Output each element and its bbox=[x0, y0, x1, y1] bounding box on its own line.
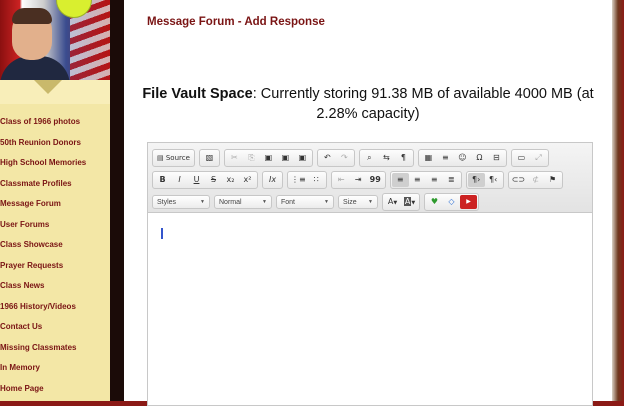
bold-button[interactable]: B bbox=[154, 173, 171, 187]
align-right-icon[interactable]: ≡ bbox=[426, 173, 443, 187]
remove-format-button[interactable]: Ix bbox=[264, 173, 281, 187]
table-icon[interactable]: ▦ bbox=[420, 151, 437, 165]
page-title: Message Forum - Add Response bbox=[147, 16, 325, 28]
copy-icon[interactable]: ⎘ bbox=[243, 151, 260, 165]
sidebar-item-class-news[interactable]: Class News bbox=[0, 276, 110, 297]
page-break-icon[interactable]: ⊟ bbox=[488, 151, 505, 165]
divider-band bbox=[110, 0, 124, 401]
file-vault-label: File Vault Space bbox=[142, 86, 253, 102]
rtl-icon[interactable]: ¶‹ bbox=[485, 173, 502, 187]
styles-label: Styles bbox=[157, 198, 177, 206]
subscript-button[interactable]: x₂ bbox=[222, 173, 239, 187]
sidebar-item-in-memory[interactable]: In Memory bbox=[0, 358, 110, 379]
sidebar-item-classmate-profiles[interactable]: Classmate Profiles bbox=[0, 174, 110, 195]
image-browse-icon[interactable]: ▧ bbox=[201, 151, 218, 165]
styles-dropdown[interactable]: Styles ▼ bbox=[152, 195, 210, 209]
find-icon[interactable]: ⌕ bbox=[361, 151, 378, 165]
sidebar-photo bbox=[0, 0, 110, 80]
sidebar-tab bbox=[0, 80, 110, 104]
source-label: Source bbox=[165, 154, 190, 162]
sidebar-item-home-page[interactable]: Home Page bbox=[0, 379, 110, 400]
sidebar-item-class-photos[interactable]: Class of 1966 photos bbox=[0, 112, 110, 133]
link-icon[interactable]: ⊂⊃ bbox=[510, 173, 527, 187]
replace-icon[interactable]: ⇆ bbox=[378, 151, 395, 165]
spellcheck-icon[interactable]: ¶ bbox=[395, 151, 412, 165]
source-icon: ▤ bbox=[157, 154, 166, 162]
sidebar-item-high-school-memories[interactable]: High School Memories bbox=[0, 153, 110, 174]
italic-button[interactable]: I bbox=[171, 173, 188, 187]
source-button[interactable]: ▤ Source bbox=[154, 151, 193, 165]
format-dropdown[interactable]: Normal ▼ bbox=[214, 195, 272, 209]
sidebar-item-history-videos[interactable]: 1966 History/Videos bbox=[0, 297, 110, 318]
strikethrough-button[interactable]: S bbox=[205, 173, 222, 187]
paste-icon[interactable]: ▣ bbox=[260, 151, 277, 165]
editor-content-area[interactable] bbox=[148, 214, 592, 405]
outdent-icon[interactable]: ⇤ bbox=[333, 173, 350, 187]
right-border bbox=[612, 0, 624, 401]
numbered-list-icon[interactable]: ⋮≡ bbox=[289, 173, 308, 187]
editor-toolbar: ▤ Source ▧ ✂ ⎘ ▣ ▣ ▣ ↶ ↷ ⌕ ⇆ ¶ ▦ ≡ ☺ Ω ⊟… bbox=[148, 143, 592, 213]
unlink-icon[interactable]: ⊄ bbox=[527, 173, 544, 187]
align-justify-icon[interactable]: ≣ bbox=[443, 173, 460, 187]
size-dropdown[interactable]: Size ▼ bbox=[338, 195, 378, 209]
paste-word-icon[interactable]: ▣ bbox=[294, 151, 311, 165]
sidebar-item-contact-us[interactable]: Contact Us bbox=[0, 317, 110, 338]
bulleted-list-icon[interactable]: ∷ bbox=[308, 173, 325, 187]
smiley-icon[interactable]: ☺ bbox=[454, 151, 471, 165]
special-char-icon[interactable]: Ω bbox=[471, 151, 488, 165]
main-content: Message Forum - Add Response File Vault … bbox=[124, 0, 612, 406]
sidebar-item-user-forums[interactable]: User Forums bbox=[0, 215, 110, 236]
chevron-down-icon: ▼ bbox=[368, 199, 373, 205]
font-label: Font bbox=[281, 198, 296, 206]
iframe-icon[interactable]: ◇ bbox=[443, 195, 460, 209]
sidebar-item-class-showcase[interactable]: Class Showcase bbox=[0, 235, 110, 256]
anchor-flag-icon[interactable]: ⚑ bbox=[544, 173, 561, 187]
file-vault-status: File Vault Space: Currently storing 91.3… bbox=[134, 84, 602, 124]
sidebar-item-missing-classmates[interactable]: Missing Classmates bbox=[0, 338, 110, 359]
text-cursor bbox=[161, 228, 163, 239]
file-vault-text: : Currently storing 91.38 MB of availabl… bbox=[252, 86, 594, 122]
align-center-icon[interactable]: ≡ bbox=[409, 173, 426, 187]
ltr-icon[interactable]: ¶› bbox=[467, 173, 485, 187]
chevron-down-icon: ▼ bbox=[200, 199, 205, 205]
sidebar-item-message-forum[interactable]: Message Forum bbox=[0, 194, 110, 215]
size-label: Size bbox=[343, 198, 357, 206]
underline-button[interactable]: U bbox=[188, 173, 205, 187]
sidebar-nav: Class of 1966 photos 50th Reunion Donors… bbox=[0, 112, 110, 399]
indent-icon[interactable]: ⇥ bbox=[350, 173, 367, 187]
rich-text-editor: ▤ Source ▧ ✂ ⎘ ▣ ▣ ▣ ↶ ↷ ⌕ ⇆ ¶ ▦ ≡ ☺ Ω ⊟… bbox=[147, 142, 593, 406]
redo-icon[interactable]: ↷ bbox=[336, 151, 353, 165]
paste-text-icon[interactable]: ▣ bbox=[277, 151, 294, 165]
align-left-icon[interactable]: ≡ bbox=[391, 173, 409, 187]
superscript-button[interactable]: x² bbox=[239, 173, 256, 187]
undo-icon[interactable]: ↶ bbox=[319, 151, 336, 165]
text-color-button[interactable]: A▼ bbox=[384, 195, 401, 209]
chevron-down-icon: ▼ bbox=[262, 199, 267, 205]
format-label: Normal bbox=[219, 198, 242, 206]
font-dropdown[interactable]: Font ▼ bbox=[276, 195, 334, 209]
youtube-icon[interactable]: ▶ bbox=[460, 195, 477, 209]
sidebar: Class of 1966 photos 50th Reunion Donors… bbox=[0, 0, 110, 401]
heart-check-icon[interactable]: ♥ bbox=[426, 195, 443, 209]
bg-color-button[interactable]: A▼ bbox=[401, 195, 418, 209]
cut-icon[interactable]: ✂ bbox=[226, 151, 243, 165]
sidebar-item-reunion-donors[interactable]: 50th Reunion Donors bbox=[0, 133, 110, 154]
preview-icon[interactable]: ▭ bbox=[513, 151, 530, 165]
maximize-icon[interactable]: ⤢ bbox=[530, 151, 547, 165]
chevron-down-icon: ▼ bbox=[324, 199, 329, 205]
horizontal-rule-icon[interactable]: ≡ bbox=[437, 151, 454, 165]
blockquote-button[interactable]: 99 bbox=[367, 173, 384, 187]
sidebar-item-prayer-requests[interactable]: Prayer Requests bbox=[0, 256, 110, 277]
